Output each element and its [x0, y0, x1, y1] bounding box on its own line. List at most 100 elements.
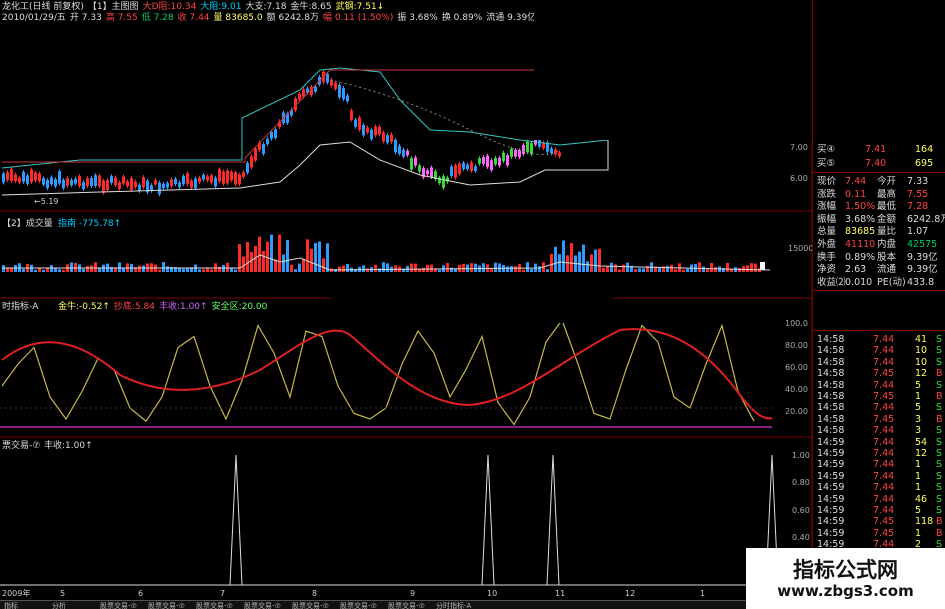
- ma-dotted-line: [329, 79, 561, 155]
- tick-cell: 14:58: [817, 368, 845, 380]
- volume-bar: [82, 268, 85, 272]
- date-axis-label: 10: [487, 589, 498, 598]
- bottom-tab[interactable]: 分析: [52, 602, 66, 609]
- volume-bar: [462, 263, 465, 272]
- tick-cell: 1: [915, 527, 922, 539]
- volume-bar: [10, 268, 13, 272]
- header-stat: 流通 9.39亿: [486, 13, 537, 23]
- tick-cell: 5: [915, 505, 922, 516]
- volume-bar: [94, 262, 97, 272]
- volume-bar: [522, 269, 525, 272]
- tick-cell: 14:58: [817, 379, 845, 391]
- tick-cell: S: [936, 448, 943, 459]
- tick-row: 14:59 7.44 1 S: [815, 471, 945, 483]
- tick-row: 14:58 7.44 5 S: [815, 402, 945, 414]
- signal-pane-title: 票交易-⑦: [2, 441, 41, 451]
- tick-cell: 7.44: [873, 425, 895, 437]
- quote-stat-cell: 7.33: [907, 176, 929, 187]
- volume-bar: [454, 268, 457, 272]
- tick-cell: 46: [915, 493, 928, 505]
- bid-row: 买④ 7.41 164: [815, 143, 945, 156]
- quote-stat-cell: 换手: [817, 251, 837, 263]
- date-axis-label: 7: [220, 589, 226, 598]
- volume-bar: [426, 264, 429, 272]
- tick-cell: S: [936, 334, 943, 345]
- quote-stat-cell: 0.11: [845, 188, 867, 200]
- volume-bar: [566, 255, 569, 272]
- price-label-7: 7.00: [790, 143, 808, 152]
- tick-cell: S: [936, 356, 943, 368]
- volume-bar: [118, 262, 121, 272]
- tick-cell: S: [936, 436, 943, 448]
- bid-cell: 164: [915, 144, 934, 155]
- quote-stat-cell: 今开: [877, 176, 897, 187]
- indicator-axis-label: 100.0: [785, 319, 808, 328]
- volume-bar: [674, 269, 677, 272]
- tick-row: 14:58 7.44 5 S: [815, 380, 945, 392]
- bottom-tab[interactable]: 分时指标-A: [436, 602, 471, 609]
- volume-bar-latest: [760, 262, 765, 270]
- volume-bar: [282, 254, 285, 272]
- volume-bar: [158, 269, 161, 272]
- volume-bar: [506, 266, 509, 272]
- volume-bar: [578, 251, 581, 272]
- watermark-url: www.zbgs3.com: [777, 582, 914, 600]
- quote-stat-cell: 83685: [845, 226, 876, 238]
- header-stat: 幅 0.11 (1.50%): [322, 13, 394, 23]
- volume-bar: [318, 241, 321, 272]
- volume-bar: [54, 267, 57, 272]
- bottom-tab[interactable]: 指标: [4, 602, 18, 609]
- volume-bar: [374, 264, 377, 272]
- tick-cell: S: [936, 470, 943, 482]
- tick-cell: 14:59: [817, 482, 845, 494]
- quote-stat-cell: 流通: [877, 264, 897, 276]
- tick-cell: 1: [915, 482, 922, 494]
- volume-bar: [754, 263, 757, 272]
- header-item: 大支:7.18: [245, 2, 287, 12]
- date-axis-label: 1: [700, 589, 706, 598]
- bottom-tab[interactable]: 股票交易-⑦: [100, 602, 137, 609]
- volume-bar: [230, 268, 233, 272]
- header-item: 龙化工(日线 前复权): [2, 2, 84, 12]
- tick-row: 14:59 7.44 5 S: [815, 505, 945, 517]
- volume-bar: [302, 258, 305, 272]
- volume-bar: [666, 265, 669, 272]
- quote-stat-cell: 涨幅: [817, 201, 837, 213]
- volume-bar: [322, 258, 325, 272]
- volume-bar: [98, 268, 101, 272]
- header-item: 【1】主图图: [87, 2, 139, 12]
- volume-bar: [438, 269, 441, 272]
- quote-stat-cell: 净资: [817, 264, 837, 276]
- volume-bar: [510, 266, 513, 272]
- tick-cell: 12: [915, 448, 928, 459]
- bottom-tab[interactable]: 股票交易-⑦: [292, 602, 329, 609]
- quote-stat-cell: 2.63: [845, 264, 867, 276]
- bottom-tab[interactable]: 股票交易-⑦: [340, 602, 377, 609]
- volume-bar: [362, 265, 365, 272]
- volume-pane-title: 【2】成交量: [2, 219, 53, 229]
- volume-bar: [142, 265, 145, 272]
- bid-cell: 买⑤: [817, 158, 836, 169]
- tick-cell: 14:59: [817, 505, 845, 516]
- lower-band: [1, 140, 609, 196]
- bottom-tab[interactable]: 股票交易-⑦: [196, 602, 233, 609]
- tick-cell: 14:59: [817, 470, 845, 482]
- volume-bar: [606, 266, 609, 272]
- tick-cell: 7.44: [873, 402, 895, 414]
- volume-bar: [538, 266, 541, 272]
- top-resistance-line: [2, 69, 612, 163]
- volume-bar: [338, 266, 341, 272]
- volume-bar: [482, 263, 485, 272]
- volume-bar: [306, 239, 309, 272]
- tick-row: 14:59 7.44 54 S: [815, 437, 945, 449]
- volume-bar: [658, 268, 661, 272]
- blank-region-middle: [332, 287, 612, 323]
- bottom-tab[interactable]: 股票交易-⑦: [244, 602, 281, 609]
- volume-bar: [278, 234, 281, 272]
- tick-row: 14:59 7.44 1 S: [815, 482, 945, 494]
- bottom-tab[interactable]: 股票交易-⑦: [388, 602, 425, 609]
- volume-bar: [74, 262, 77, 272]
- tick-cell: 41: [915, 334, 928, 345]
- date-axis-label: 8: [312, 589, 318, 598]
- bottom-tab[interactable]: 股票交易-⑦: [148, 602, 185, 609]
